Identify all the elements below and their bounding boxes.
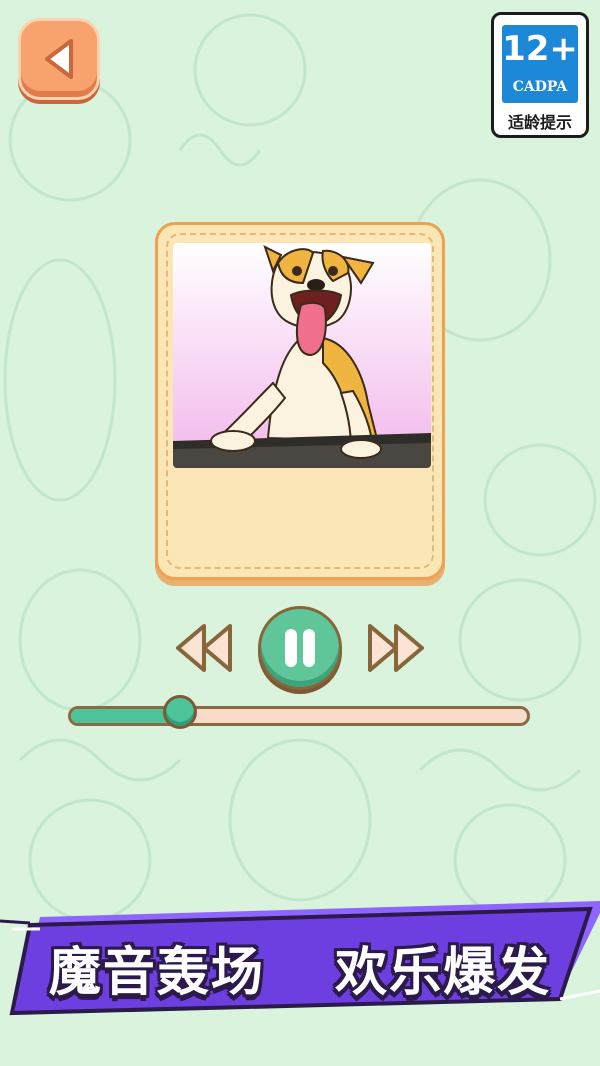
dog-image — [173, 243, 431, 468]
progress-slider[interactable] — [68, 695, 530, 729]
fast-forward-button[interactable] — [366, 620, 426, 676]
fast-forward-icon — [368, 624, 424, 672]
age-rating-badge: 12+ CADPA 适龄提示 — [491, 12, 589, 138]
progress-knob[interactable] — [163, 695, 198, 729]
age-rating-number: 12+ — [502, 29, 578, 69]
image-card — [155, 222, 445, 580]
promo-banner-text: 魔音轰场 欢乐爆发 — [0, 930, 600, 1005]
rewind-icon — [176, 624, 232, 672]
chevron-left-icon — [45, 39, 73, 79]
age-rating-caption: 适龄提示 — [507, 113, 572, 132]
pause-button[interactable] — [258, 606, 342, 690]
banner-part1: 魔音轰场 — [48, 943, 265, 1003]
age-rating-box: 12+ CADPA — [502, 25, 578, 103]
rewind-button[interactable] — [174, 620, 234, 676]
banner-part2: 欢乐爆发 — [335, 943, 552, 1003]
back-button[interactable] — [18, 18, 100, 100]
age-rating-org: CADPA — [512, 79, 568, 95]
cartoon-dog-icon — [173, 243, 431, 468]
